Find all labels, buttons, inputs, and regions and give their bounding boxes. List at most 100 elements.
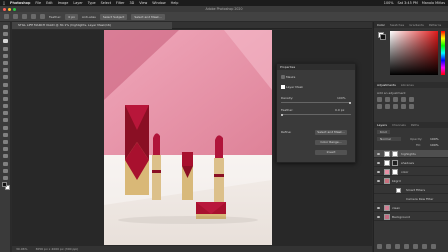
minimize-window-button[interactable] — [8, 7, 11, 11]
invert-button[interactable]: Invert — [315, 150, 347, 155]
tab-patterns[interactable]: Patterns — [429, 22, 441, 28]
vibrance-icon[interactable] — [409, 97, 414, 102]
layer-mask-thumbnail[interactable] — [392, 151, 398, 157]
visibility-eye-icon[interactable] — [377, 161, 380, 164]
select-and-mask-button[interactable]: Select and Mask... — [315, 130, 347, 135]
new-selection-icon[interactable] — [22, 14, 27, 19]
channel-mixer-icon[interactable] — [409, 104, 414, 109]
menu-view[interactable]: View — [139, 1, 147, 5]
new-group-icon[interactable] — [413, 244, 418, 249]
panel-background-swatch[interactable] — [380, 34, 386, 40]
layer-row-shadows[interactable]: shadows — [374, 159, 448, 167]
menu-image[interactable]: Image — [58, 1, 69, 5]
home-icon[interactable] — [4, 14, 9, 19]
move-tool-icon[interactable] — [2, 25, 8, 29]
lasso-tool-icon[interactable] — [13, 14, 18, 19]
layer-mask-thumbnail[interactable] — [392, 160, 398, 166]
layer-style-icon[interactable] — [386, 244, 391, 249]
color-picker-field[interactable] — [390, 31, 438, 75]
tab-channels[interactable]: Channels — [392, 122, 406, 128]
tab-color[interactable]: Color — [377, 22, 385, 28]
visibility-eye-icon[interactable] — [377, 215, 380, 218]
photo-filter-icon[interactable] — [401, 104, 406, 109]
document-canvas[interactable] — [104, 30, 272, 245]
select-subject-button[interactable]: Select Subject — [99, 13, 128, 20]
layer-filter-kind[interactable]: Kind — [377, 130, 390, 134]
tab-paths[interactable]: Paths — [411, 122, 419, 128]
link-layers-icon[interactable] — [377, 244, 382, 249]
layer-mask-thumbnail[interactable] — [392, 169, 398, 175]
zoom-window-button[interactable] — [13, 7, 16, 11]
tab-adjustments[interactable]: Adjustments — [377, 82, 396, 88]
color-range-button[interactable]: Color Range... — [315, 140, 347, 145]
fill-value[interactable]: 100% — [430, 143, 439, 147]
lasso-tool-icon[interactable] — [2, 39, 8, 44]
new-layer-icon[interactable] — [422, 244, 427, 249]
quick-select-tool-icon[interactable] — [2, 46, 8, 51]
document-tab[interactable]: STILL LIFE MARCH VALID @ 30.1% (highligh… — [12, 22, 172, 29]
crop-tool-icon[interactable] — [2, 53, 8, 58]
select-and-mask-button[interactable]: Select and Mask... — [131, 13, 165, 20]
menu-type[interactable]: Type — [88, 1, 96, 5]
menu-3d[interactable]: 3D — [129, 1, 134, 5]
layer-row-background[interactable]: Background — [374, 213, 448, 221]
apple-icon[interactable]:  — [3, 1, 5, 5]
brush-tool-icon[interactable] — [2, 82, 8, 87]
history-brush-tool-icon[interactable] — [2, 96, 8, 101]
feather-slider-knob[interactable] — [281, 113, 283, 116]
hue-slider[interactable] — [441, 31, 445, 75]
density-slider-knob[interactable] — [349, 101, 351, 104]
tab-gradients[interactable]: Gradients — [409, 22, 424, 28]
smart-filter-mask-thumbnail[interactable] — [396, 187, 401, 193]
brightness-contrast-icon[interactable] — [377, 97, 382, 102]
eyedropper-tool-icon[interactable] — [2, 68, 8, 73]
document-info[interactable]: 3056 px x 4000 px (300 ppi) — [35, 246, 78, 252]
eraser-tool-icon[interactable] — [2, 104, 8, 109]
foreground-color-swatch[interactable] — [2, 182, 7, 187]
black-white-icon[interactable] — [393, 104, 398, 109]
density-value[interactable]: 100% — [337, 96, 346, 100]
menu-layer[interactable]: Layer — [73, 1, 82, 5]
frame-tool-icon[interactable] — [2, 60, 8, 65]
tab-layers[interactable]: Layers — [377, 122, 387, 128]
menu-help[interactable]: Help — [171, 1, 179, 5]
feather-value[interactable]: 0.0 px — [335, 108, 344, 112]
layer-mask-icon[interactable] — [281, 85, 285, 89]
close-window-button[interactable] — [3, 7, 6, 11]
healing-brush-tool-icon[interactable] — [2, 75, 8, 80]
gradient-tool-icon[interactable] — [2, 111, 8, 116]
zoom-tool-icon[interactable] — [2, 168, 8, 173]
menu-file[interactable]: File — [35, 1, 41, 5]
tab-swatches[interactable]: Swatches — [390, 22, 404, 28]
visibility-eye-icon[interactable] — [377, 206, 380, 209]
curves-icon[interactable] — [393, 97, 398, 102]
properties-title[interactable]: Properties — [277, 64, 355, 70]
opacity-value[interactable]: 100% — [430, 137, 439, 141]
hue-saturation-icon[interactable] — [377, 104, 382, 109]
menu-app-name[interactable]: Photoshop — [10, 1, 30, 5]
tab-libraries[interactable]: Libraries — [401, 82, 414, 88]
visibility-eye-icon[interactable] — [377, 179, 380, 182]
more-tools-icon[interactable] — [2, 175, 8, 180]
menu-window[interactable]: Window — [152, 1, 165, 5]
layer-row-color[interactable]: color — [374, 168, 448, 176]
menu-edit[interactable]: Edit — [46, 1, 53, 5]
levels-icon[interactable] — [385, 97, 390, 102]
feather-slider[interactable] — [281, 113, 351, 116]
visibility-eye-icon[interactable] — [377, 170, 380, 173]
layer-row-clean[interactable]: clean — [374, 204, 448, 212]
layer-row-bkgrd[interactable]: bkgrd — [374, 177, 448, 185]
color-balance-icon[interactable] — [385, 104, 390, 109]
density-slider[interactable] — [281, 101, 351, 104]
feather-input[interactable]: 0 px — [65, 13, 78, 20]
add-mask-icon[interactable] — [395, 244, 400, 249]
trash-icon[interactable] — [431, 244, 436, 249]
dodge-tool-icon[interactable] — [2, 125, 8, 130]
type-tool-icon[interactable] — [2, 140, 8, 144]
exposure-icon[interactable] — [401, 97, 406, 102]
new-adjustment-layer-icon[interactable] — [404, 244, 409, 249]
menu-select[interactable]: Select — [101, 1, 111, 5]
zoom-level[interactable]: 30.06% — [16, 246, 27, 252]
layer-row-highlights[interactable]: highlights — [374, 150, 448, 158]
rectangle-tool-icon[interactable] — [2, 154, 8, 159]
